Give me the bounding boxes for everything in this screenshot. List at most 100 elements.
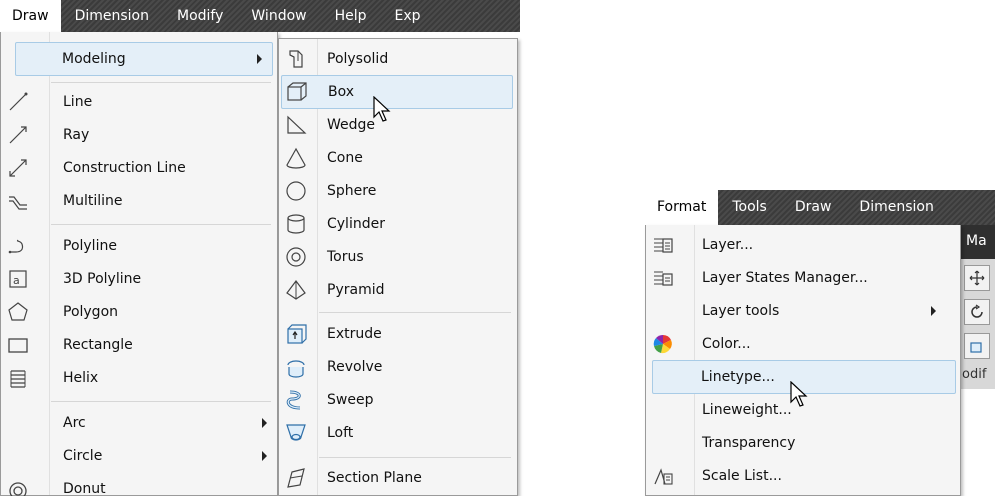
- move-icon[interactable]: [964, 265, 990, 291]
- layer-icon: [648, 230, 678, 260]
- ribbon-panel-label: Ma: [966, 233, 987, 249]
- modeling-item-label: Extrude: [327, 326, 382, 342]
- format-item-label: Transparency: [702, 435, 796, 451]
- line-icon: [3, 87, 33, 117]
- submenu-arrow-icon: [931, 306, 936, 316]
- format-item-color[interactable]: Color...: [646, 327, 960, 361]
- draw-menu-item-arc[interactable]: Arc: [1, 406, 277, 440]
- draw-menu-item-label: Arc: [63, 415, 86, 431]
- menubar-window[interactable]: Window: [237, 0, 320, 32]
- format-item-transparency[interactable]: Transparency: [646, 426, 960, 460]
- menubar-format[interactable]: Format: [645, 190, 719, 225]
- draw-menu-item-multiline[interactable]: Multiline: [1, 184, 277, 218]
- torus-icon: [281, 242, 311, 272]
- menubar-express[interactable]: Exp: [381, 0, 435, 32]
- modeling-item-label: Box: [328, 84, 355, 100]
- menubar-tools[interactable]: Tools: [718, 190, 781, 225]
- draw-menu-item-line[interactable]: Line: [1, 85, 277, 119]
- polyline-icon: [3, 231, 33, 261]
- modeling-item-wedge[interactable]: Wedge: [279, 108, 517, 142]
- format-item-label: Layer States Manager...: [702, 270, 868, 286]
- draw-menu-item-label: Polyline: [63, 238, 117, 254]
- menubar-draw[interactable]: Draw: [0, 0, 61, 32]
- modeling-item-label: Revolve: [327, 359, 383, 375]
- format-item-label: Layer tools: [702, 303, 780, 319]
- format-item-label: Layer...: [702, 237, 754, 253]
- right-menubar: Format Tools Draw Dimension: [645, 190, 995, 225]
- draw-menu: Modeling Line Ray Construction Line Mult…: [0, 32, 278, 496]
- format-item-scale-list[interactable]: Scale List...: [646, 459, 960, 493]
- modeling-item-box[interactable]: Box: [281, 75, 513, 109]
- format-menu: Layer... Layer States Manager... Layer t…: [645, 225, 961, 496]
- sphere-icon: [281, 176, 311, 206]
- format-item-label: Scale List...: [702, 468, 782, 484]
- draw-menu-item-3d-polyline[interactable]: a 3D Polyline: [1, 262, 277, 296]
- modeling-item-polysolid[interactable]: Polysolid: [279, 42, 517, 76]
- draw-menu-item-label: Polygon: [63, 304, 119, 320]
- layer-states-icon: [648, 263, 678, 293]
- draw-menu-item-polygon[interactable]: Polygon: [1, 295, 277, 329]
- draw-menu-item-label: Multiline: [63, 193, 123, 209]
- menubar-draw[interactable]: Draw: [781, 190, 846, 225]
- draw-menu-item-label: Donut: [63, 481, 106, 496]
- loft-icon: [281, 418, 311, 448]
- modeling-item-revolve[interactable]: Revolve: [279, 350, 517, 384]
- helix-icon: [3, 363, 33, 393]
- submenu-arrow-icon: [262, 418, 267, 428]
- format-item-layer[interactable]: Layer...: [646, 228, 960, 262]
- pyramid-icon: [281, 275, 311, 305]
- draw-menu-item-helix[interactable]: Helix: [1, 361, 277, 395]
- draw-menu-item-label: Rectangle: [63, 337, 133, 353]
- color-wheel-icon: [648, 329, 678, 359]
- modeling-item-pyramid[interactable]: Pyramid: [279, 273, 517, 307]
- draw-menu-item-label: Circle: [63, 448, 103, 464]
- left-menubar: Draw Dimension Modify Window Help Exp: [0, 0, 520, 32]
- draw-menu-item-circle[interactable]: Circle: [1, 439, 277, 473]
- draw-menu-item-donut[interactable]: Donut: [1, 472, 277, 496]
- format-item-layer-tools[interactable]: Layer tools: [646, 294, 960, 328]
- draw-menu-item-label: Modeling: [62, 51, 126, 67]
- revolve-icon: [281, 352, 311, 382]
- draw-menu-item-modeling[interactable]: Modeling: [15, 42, 273, 76]
- format-item-label: Lineweight...: [702, 402, 792, 418]
- format-item-layer-states-manager[interactable]: Layer States Manager...: [646, 261, 960, 295]
- modeling-item-loft[interactable]: Loft: [279, 416, 517, 450]
- extrude-icon: [281, 319, 311, 349]
- ribbon-panel-title: odif: [962, 367, 987, 382]
- menubar-help[interactable]: Help: [321, 0, 381, 32]
- modeling-item-label: Polysolid: [327, 51, 389, 67]
- sweep-icon: [281, 385, 311, 415]
- multiline-icon: [3, 186, 33, 216]
- modeling-item-label: Cylinder: [327, 216, 385, 232]
- svg-text:a: a: [13, 274, 20, 287]
- modeling-item-sphere[interactable]: Sphere: [279, 174, 517, 208]
- draw-menu-item-label: Ray: [63, 127, 90, 143]
- construction-line-icon: [3, 153, 33, 183]
- format-item-label: Color...: [702, 336, 751, 352]
- ribbon-panel-header: Ma: [960, 225, 995, 259]
- donut-icon: [3, 474, 33, 496]
- copy-icon[interactable]: [964, 333, 990, 359]
- draw-menu-item-polyline[interactable]: Polyline: [1, 229, 277, 263]
- section-plane-icon: [281, 463, 311, 493]
- submenu-arrow-icon: [262, 451, 267, 461]
- modeling-item-section-plane[interactable]: Section Plane: [279, 461, 517, 495]
- modeling-item-sweep[interactable]: Sweep: [279, 383, 517, 417]
- menubar-dimension[interactable]: Dimension: [845, 190, 947, 225]
- draw-menu-item-label: Line: [63, 94, 93, 110]
- polygon-icon: [3, 297, 33, 327]
- draw-menu-item-ray[interactable]: Ray: [1, 118, 277, 152]
- modeling-item-label: Pyramid: [327, 282, 385, 298]
- modeling-item-extrude[interactable]: Extrude: [279, 317, 517, 351]
- draw-menu-item-construction-line[interactable]: Construction Line: [1, 151, 277, 185]
- ray-icon: [3, 120, 33, 150]
- rotate-icon[interactable]: [964, 299, 990, 325]
- rectangle-icon: [3, 330, 33, 360]
- draw-menu-item-rectangle[interactable]: Rectangle: [1, 328, 277, 362]
- menubar-dimension[interactable]: Dimension: [61, 0, 163, 32]
- modeling-item-torus[interactable]: Torus: [279, 240, 517, 274]
- modeling-item-cylinder[interactable]: Cylinder: [279, 207, 517, 241]
- menubar-modify[interactable]: Modify: [163, 0, 237, 32]
- modeling-item-cone[interactable]: Cone: [279, 141, 517, 175]
- ribbon-panel: odif: [960, 259, 995, 389]
